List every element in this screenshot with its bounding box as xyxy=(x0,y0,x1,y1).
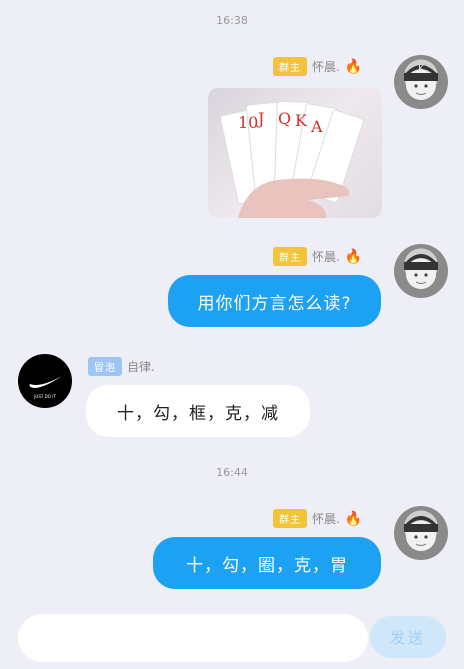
flame-icon: 🔥 xyxy=(344,58,363,75)
nike-avatar[interactable]: JUST DO IT xyxy=(18,354,72,408)
sender-meta: 群主 怀晨. 🔥 xyxy=(273,57,362,76)
message-input[interactable] xyxy=(18,614,368,662)
message-bubble[interactable]: 十，勾，圈，克，胃 xyxy=(153,537,381,589)
sender-nickname: 怀晨. xyxy=(312,250,340,264)
send-button[interactable]: 发送 xyxy=(370,616,446,658)
card-label: K xyxy=(295,111,308,130)
sender-meta: 群主 怀晨. 🔥 xyxy=(273,247,362,266)
avatar[interactable]: K xyxy=(394,55,448,109)
card-label: A xyxy=(310,117,323,136)
timestamp: 16:44 xyxy=(216,466,248,479)
card-label: Q xyxy=(278,109,291,128)
image-message[interactable]: 10 J Q K A xyxy=(208,88,382,218)
owner-badge: 群主 xyxy=(273,57,307,76)
timestamp: 16:38 xyxy=(216,14,248,27)
owner-badge: 群主 xyxy=(273,509,307,528)
message-bubble[interactable]: 用你们方言怎么读? xyxy=(168,275,381,327)
avatar[interactable] xyxy=(394,244,448,298)
sender-nickname: 自律. xyxy=(127,360,155,374)
flame-icon: 🔥 xyxy=(344,248,363,265)
sender-meta: 群主 怀晨. 🔥 xyxy=(273,509,362,528)
sender-meta: 冒泡 自律. xyxy=(88,357,155,376)
sender-nickname: 怀晨. xyxy=(312,60,340,74)
card-label: J xyxy=(256,109,264,128)
svg-text:K: K xyxy=(418,64,424,73)
card-label: 10 xyxy=(238,113,258,132)
sender-nickname: 怀晨. xyxy=(312,512,340,526)
avatar[interactable] xyxy=(394,506,448,560)
nike-avatar-text: JUST DO IT xyxy=(33,394,56,399)
message-bubble[interactable]: 十，勾，框，克，减 xyxy=(86,385,310,437)
owner-badge: 群主 xyxy=(273,247,307,266)
member-badge: 冒泡 xyxy=(88,357,122,376)
flame-icon: 🔥 xyxy=(344,510,363,527)
